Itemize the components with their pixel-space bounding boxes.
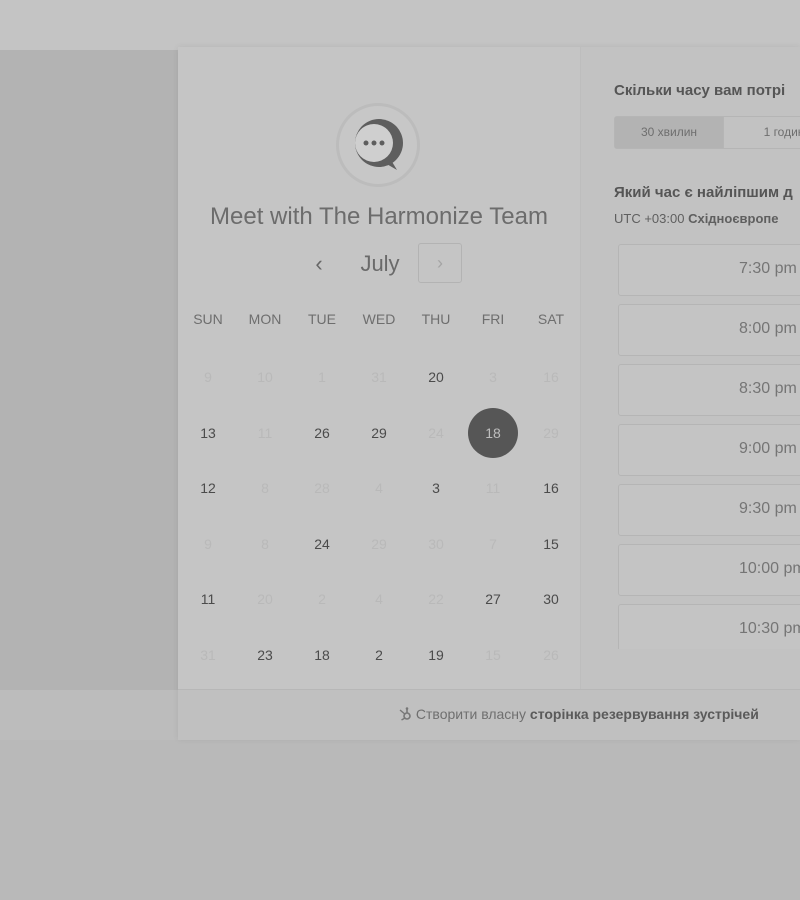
timezone-offset: UTC +03:00: [614, 211, 685, 226]
calendar-day: 15: [485, 647, 501, 663]
time-slot-button[interactable]: 10:00 pm: [618, 544, 800, 596]
time-slot-label: 9:30 pm: [739, 500, 797, 517]
duration-question: Скільки часу вам потрі: [614, 82, 786, 99]
calendar-day: 10: [257, 369, 273, 385]
time-slot-label: 8:00 pm: [739, 320, 797, 337]
time-slot-label: 7:30 pm: [739, 260, 797, 277]
calendar-day-grid: 9 10 1 31 20 3 16 13 11 26 29 24 18 29 12 8 28 4 3 11 16 9 8 24…: [178, 47, 580, 689]
calendar-day: 29: [543, 425, 559, 441]
calendar-day[interactable]: 2: [354, 630, 404, 680]
calendar-day: 3: [489, 369, 497, 385]
calendar-day[interactable]: 15: [526, 519, 576, 569]
calendar-day[interactable]: 3: [411, 463, 461, 513]
time-slot-button[interactable]: 7:30 pm: [618, 244, 800, 296]
duration-60-button[interactable]: 1 годин: [724, 117, 800, 148]
time-slot-list: 7:30 pm 8:00 pm 8:30 pm 9:00 pm 9:30 pm 10:00…: [618, 244, 800, 649]
time-selection-panel: Скільки часу вам потрі 30 хвилин 1 годин…: [581, 47, 800, 689]
calendar-day[interactable]: 13: [183, 408, 233, 458]
calendar-day: 30: [428, 536, 444, 552]
footer: Створити власну сторінка резервування зу…: [178, 689, 800, 740]
time-slot-button[interactable]: 10:30 pm: [618, 604, 800, 649]
calendar-day[interactable]: 18: [297, 630, 347, 680]
timezone-selector[interactable]: UTC +03:00 Східноєвропе: [614, 211, 779, 226]
calendar-day[interactable]: 27: [468, 574, 518, 624]
calendar-day[interactable]: 23: [240, 630, 290, 680]
calendar-day: 31: [371, 369, 387, 385]
calendar-day: 4: [375, 480, 383, 496]
calendar-day[interactable]: 30: [526, 574, 576, 624]
duration-toggle: 30 хвилин 1 годин: [614, 116, 800, 149]
calendar-day[interactable]: 26: [297, 408, 347, 458]
time-slot-label: 10:30 pm: [739, 620, 800, 637]
time-slot-label: 9:00 pm: [739, 440, 797, 457]
time-slot-label: 10:00 pm: [739, 560, 800, 577]
duration-30-button[interactable]: 30 хвилин: [615, 117, 724, 148]
calendar-day[interactable]: 29: [354, 408, 404, 458]
footer-link: сторінка резервування зустрічей: [529, 706, 759, 722]
calendar-day: 28: [314, 480, 330, 496]
calendar-day: 26: [543, 647, 559, 663]
calendar-day: 9: [204, 369, 212, 385]
calendar-panel: Meet with The Harmonize Team ‹ July › SU…: [178, 47, 581, 689]
left-backdrop: [0, 50, 180, 690]
calendar-day: 2: [318, 591, 326, 607]
calendar-day: 29: [371, 536, 387, 552]
calendar-day[interactable]: 12: [183, 463, 233, 513]
calendar-day: 11: [257, 425, 273, 441]
top-bar: [0, 0, 800, 50]
calendar-day: 16: [543, 369, 559, 385]
selected-day[interactable]: 18: [468, 408, 518, 458]
calendar-day: 7: [489, 536, 497, 552]
time-slot-button[interactable]: 8:30 pm: [618, 364, 800, 416]
time-question: Який час є найліпшим д: [614, 184, 793, 201]
calendar-day: 31: [200, 647, 216, 663]
time-slot-button[interactable]: 9:00 pm: [618, 424, 800, 476]
calendar-day: 20: [257, 591, 273, 607]
calendar-day: 22: [428, 591, 444, 607]
calendar-day: 11: [485, 480, 501, 496]
calendar-day: 8: [261, 536, 269, 552]
calendar-day[interactable]: 11: [183, 574, 233, 624]
time-slot-button[interactable]: 8:00 pm: [618, 304, 800, 356]
calendar-day[interactable]: 24: [297, 519, 347, 569]
calendar-day: 8: [261, 480, 269, 496]
meeting-booking-modal: Meet with The Harmonize Team ‹ July › SU…: [178, 47, 800, 740]
create-booking-page-link[interactable]: Створити власну сторінка резервування зу…: [398, 706, 759, 722]
calendar-day: 9: [204, 536, 212, 552]
calendar-day: 24: [428, 425, 444, 441]
calendar-day[interactable]: 19: [411, 630, 461, 680]
time-slot-label: 8:30 pm: [739, 380, 797, 397]
timezone-name: Східноєвропе: [688, 211, 779, 226]
time-slot-button[interactable]: 9:30 pm: [618, 484, 800, 536]
footer-prefix: Створити власну: [415, 706, 527, 722]
hubspot-sprocket-icon: [399, 707, 411, 721]
calendar-day: 4: [375, 591, 383, 607]
calendar-day: 1: [318, 369, 326, 385]
calendar-day[interactable]: 16: [526, 463, 576, 513]
calendar-day[interactable]: 20: [411, 352, 461, 402]
